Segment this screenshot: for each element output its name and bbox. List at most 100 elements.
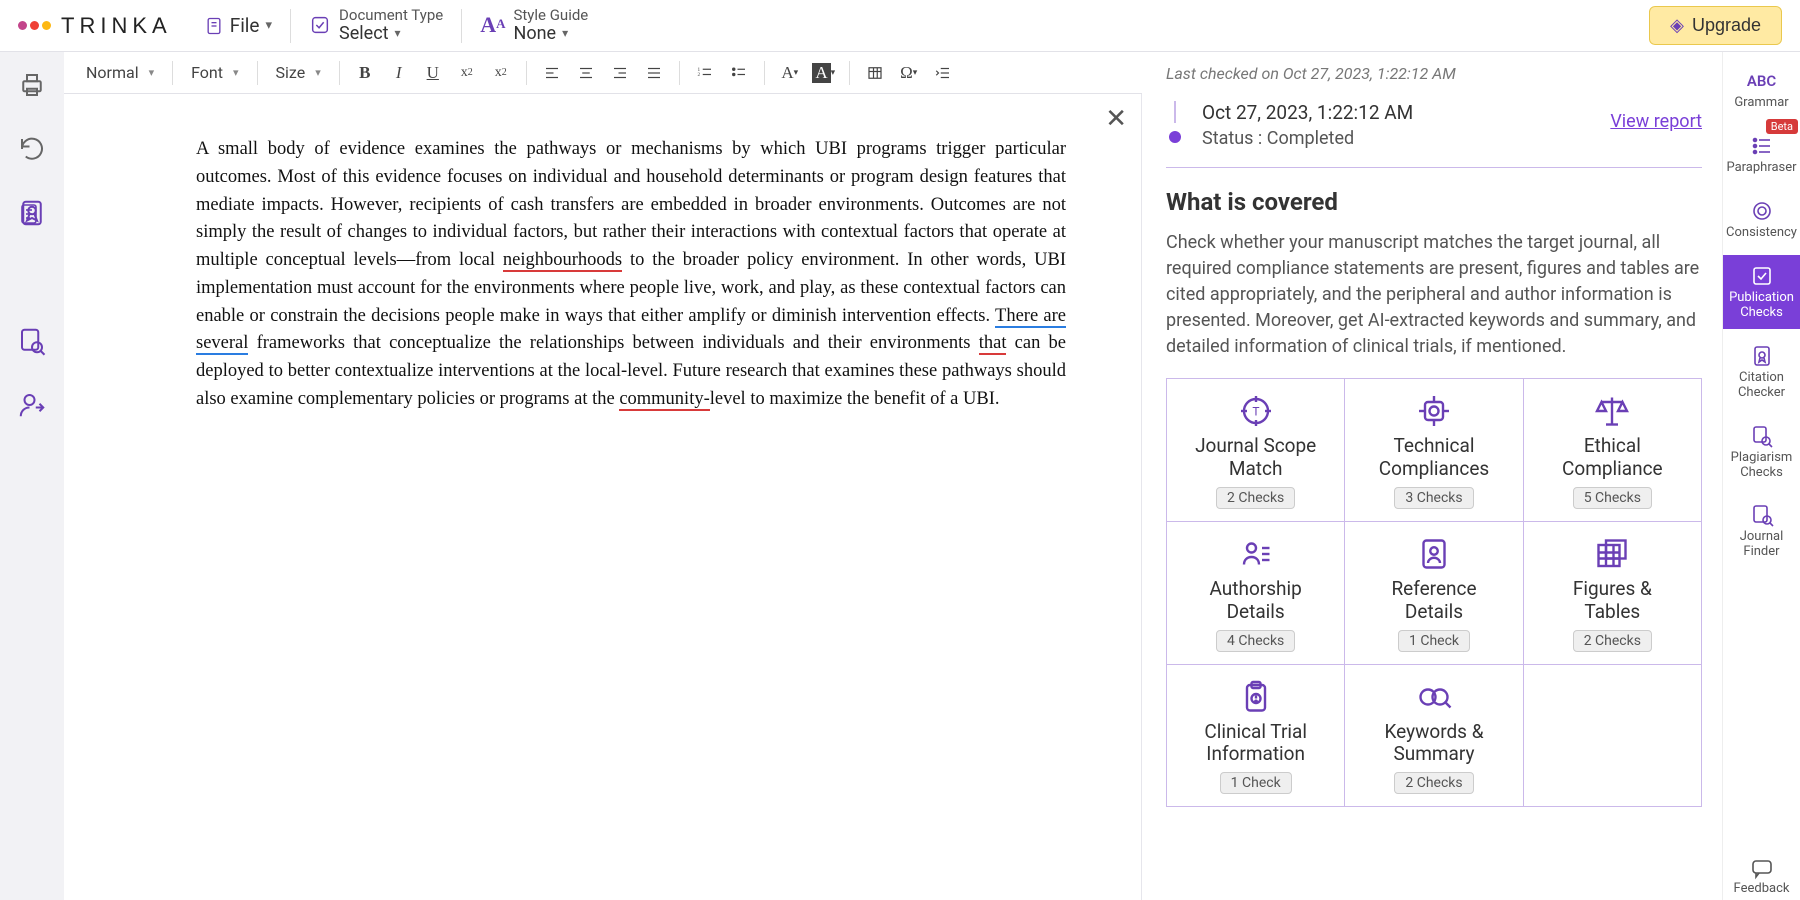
spelling-error[interactable]: that <box>979 333 1007 355</box>
check-card[interactable]: Figures &Tables2 Checks <box>1524 522 1702 665</box>
scale-icon <box>1592 393 1632 429</box>
highlight-button[interactable]: A▾ <box>809 58 839 88</box>
check-title: Keywords &Summary <box>1384 721 1483 767</box>
check-card[interactable]: Keywords &Summary 2 Checks <box>1345 665 1523 808</box>
close-panel-button[interactable]: ✕ <box>1105 104 1127 134</box>
document-type-select[interactable]: Document Type Select▾ <box>309 7 443 43</box>
vtab-label: Paraphraser <box>1726 161 1796 176</box>
cite-icon <box>1748 343 1776 369</box>
feedback-button[interactable]: Feedback <box>1723 851 1800 900</box>
vtab-consistency[interactable]: Consistency <box>1723 190 1800 249</box>
beta-badge: Beta <box>1766 119 1798 134</box>
status-label: Status : <box>1202 128 1262 149</box>
indent-button[interactable] <box>928 58 958 88</box>
vtab-label: Consistency <box>1726 226 1797 241</box>
spelling-error[interactable]: neighbourhoods <box>503 250 622 272</box>
check-card[interactable]: EthicalCompliance 5 Checks <box>1524 379 1702 522</box>
check-count-badge: 4 Checks <box>1216 630 1295 652</box>
file-menu[interactable]: File ▾ <box>204 14 272 37</box>
publication-checks-panel: Last checked on Oct 27, 2023, 1:22:12 AM… <box>1142 52 1722 900</box>
check-count-badge: 2 Checks <box>1216 487 1295 509</box>
vtab-paraphraser[interactable]: BetaParaphraser <box>1723 125 1800 184</box>
vtab-journal-finder[interactable]: JournalFinder <box>1723 494 1800 568</box>
chat-icon <box>1750 857 1774 881</box>
refresh-icon[interactable] <box>17 134 47 164</box>
unordered-list-button[interactable] <box>724 58 754 88</box>
view-report-link[interactable]: View report <box>1610 111 1702 132</box>
vtab-publication-checks[interactable]: PublicationChecks <box>1723 255 1800 329</box>
plag-icon <box>1748 423 1776 449</box>
chevron-down-icon: ▾ <box>562 27 568 40</box>
italic-button[interactable]: I <box>384 58 414 88</box>
special-char-button[interactable]: Ω▾ <box>894 58 924 88</box>
clipinfo-icon <box>1236 679 1276 715</box>
size-select[interactable]: Size▾ <box>268 61 329 84</box>
chip-icon <box>1414 393 1454 429</box>
text-color-button[interactable]: A▾ <box>775 58 805 88</box>
vtab-grammar[interactable]: ABCGrammar <box>1723 60 1800 119</box>
vtab-label: PublicationChecks <box>1729 291 1794 321</box>
check-card[interactable]: AuthorshipDetails4 Checks <box>1167 522 1345 665</box>
document-icon[interactable] <box>17 262 47 292</box>
printer-icon[interactable] <box>17 70 47 100</box>
main: Normal▾ Font▾ Size▾ B I U x2 x2 12 A▾ A▾… <box>0 52 1800 900</box>
checks-grid: TJournal ScopeMatch2 ChecksTechnicalComp… <box>1166 378 1702 807</box>
logo-text: TRINKA <box>61 13 172 39</box>
upgrade-button[interactable]: ◈ Upgrade <box>1649 6 1782 45</box>
last-checked-text: Last checked on Oct 27, 2023, 1:22:12 AM <box>1166 64 1702 83</box>
style-guide-label: Style Guide <box>513 7 588 24</box>
check-card[interactable]: TechnicalCompliances3 Checks <box>1345 379 1523 522</box>
vtab-citation-checker[interactable]: CitationChecker <box>1723 335 1800 409</box>
subscript-button[interactable]: x2 <box>452 58 482 88</box>
check-count-badge: 1 Check <box>1220 772 1292 794</box>
vtab-label: PlagiarismChecks <box>1731 451 1793 481</box>
spelling-error[interactable]: community- <box>619 389 709 411</box>
style-guide-select[interactable]: AA Style Guide None ▾ <box>480 7 588 43</box>
check-card[interactable]: TJournal ScopeMatch2 Checks <box>1167 379 1345 522</box>
logo-dots <box>18 21 51 30</box>
tables-icon <box>1592 536 1632 572</box>
ordered-list-button[interactable]: 12 <box>690 58 720 88</box>
vtab-label: JournalFinder <box>1740 530 1784 560</box>
vtab-label: Grammar <box>1734 96 1788 111</box>
logo: TRINKA <box>18 13 172 39</box>
bold-button[interactable]: B <box>350 58 380 88</box>
find-icon <box>1748 502 1776 528</box>
doc-type-icon <box>309 14 331 36</box>
search-doc-icon[interactable] <box>17 326 47 356</box>
check-count-badge: 1 Check <box>1398 630 1470 652</box>
check-card[interactable]: ReferenceDetails1 Check <box>1345 522 1523 665</box>
align-justify-button[interactable] <box>639 58 669 88</box>
check-count-badge: 2 Checks <box>1394 772 1473 794</box>
author-icon <box>1236 536 1276 572</box>
style-guide-value: None <box>513 24 556 44</box>
vtab-label: CitationChecker <box>1738 371 1785 401</box>
status-value: Completed <box>1267 128 1354 149</box>
svg-text:T: T <box>1252 405 1259 419</box>
table-button[interactable] <box>860 58 890 88</box>
formatting-toolbar: Normal▾ Font▾ Size▾ B I U x2 x2 12 A▾ A▾… <box>64 52 1142 94</box>
share-user-icon[interactable] <box>17 390 47 420</box>
vtab-plagiarism-checks[interactable]: PlagiarismChecks <box>1723 415 1800 489</box>
feedback-label: Feedback <box>1734 881 1790 896</box>
check-count-badge: 2 Checks <box>1573 630 1652 652</box>
file-icon <box>204 16 224 36</box>
editor-page[interactable]: ✕ A small body of evidence examines the … <box>64 94 1142 900</box>
align-left-button[interactable] <box>537 58 567 88</box>
document-body[interactable]: A small body of evidence examines the pa… <box>196 136 1066 414</box>
check-title: EthicalCompliance <box>1562 435 1663 481</box>
check-icon <box>1748 263 1776 289</box>
superscript-button[interactable]: x2 <box>486 58 516 88</box>
font-select[interactable]: Font▾ <box>183 61 246 84</box>
file-label: File <box>230 14 260 37</box>
underline-button[interactable]: U <box>418 58 448 88</box>
reference-icon <box>1414 536 1454 572</box>
align-right-button[interactable] <box>605 58 635 88</box>
editor-column: Normal▾ Font▾ Size▾ B I U x2 x2 12 A▾ A▾… <box>64 52 1142 900</box>
check-card[interactable]: Clinical TrialInformation1 Check <box>1167 665 1345 808</box>
target-icon: T <box>1236 393 1276 429</box>
paragraph-style-select[interactable]: Normal▾ <box>78 61 162 84</box>
check-count-badge: 5 Checks <box>1573 487 1652 509</box>
align-center-button[interactable] <box>571 58 601 88</box>
style-guide-icon: AA <box>480 12 505 38</box>
